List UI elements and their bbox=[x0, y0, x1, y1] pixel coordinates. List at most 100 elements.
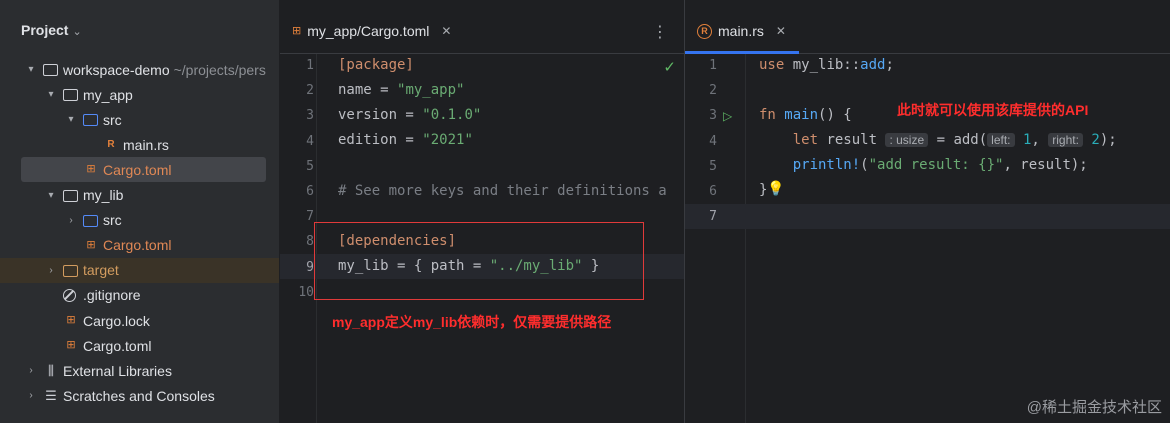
param-hint: left: bbox=[987, 133, 1015, 147]
tree-item-label: Scratches and Consoles bbox=[63, 387, 215, 404]
line-number: 5 bbox=[306, 158, 314, 174]
gutter-divider bbox=[745, 54, 746, 423]
tree-item[interactable]: Rmain.rs bbox=[0, 132, 279, 157]
code-token: name = bbox=[338, 82, 398, 98]
chevron-down-icon[interactable]: ▾ bbox=[44, 190, 58, 201]
code-token: result bbox=[818, 132, 878, 148]
tree-item-label: Cargo.toml bbox=[103, 237, 172, 254]
chevron-right-icon[interactable]: › bbox=[24, 365, 38, 376]
code-token: edition = bbox=[338, 132, 423, 148]
line-number: 1 bbox=[306, 58, 314, 73]
highlight-box bbox=[314, 222, 644, 300]
folder-icon bbox=[83, 214, 99, 227]
gitignore-shape bbox=[63, 288, 76, 302]
code-line-1[interactable]: [package] bbox=[338, 57, 414, 73]
close-icon[interactable]: ✕ bbox=[441, 24, 451, 38]
tree-item[interactable]: ⊞ Cargo.toml bbox=[0, 333, 279, 358]
tree-item-label: main.rs bbox=[123, 136, 169, 153]
folder-shape bbox=[83, 214, 98, 227]
annotation-text: 此时就可以使用该库提供的API bbox=[897, 102, 1089, 118]
code-token: = add( bbox=[928, 132, 988, 148]
run-icon[interactable]: ▷ bbox=[723, 109, 732, 123]
line-number: 4 bbox=[709, 133, 717, 149]
chevron-right-icon[interactable]: › bbox=[44, 265, 58, 276]
code-token: () { bbox=[818, 107, 852, 123]
tree-item[interactable]: ▾ my_app bbox=[0, 82, 279, 107]
more-options-icon[interactable]: ⋮ bbox=[652, 22, 668, 42]
project-title: Project bbox=[21, 22, 69, 38]
cargo-file-icon: ⊞ bbox=[86, 163, 96, 176]
tree-item-label: src bbox=[103, 111, 122, 128]
code-line-6[interactable]: # See more keys and their definitions a bbox=[338, 183, 667, 199]
rust-file-icon: R bbox=[107, 139, 115, 151]
rust-file-icon: R bbox=[697, 23, 712, 39]
lightbulb-icon[interactable]: 💡 bbox=[767, 180, 784, 197]
libraries-icon: ⫼ bbox=[48, 363, 54, 379]
code-line-4[interactable]: let result : usize = add(left: 1, right:… bbox=[759, 132, 1117, 148]
code-token: 2 bbox=[1091, 132, 1100, 148]
project-panel-header[interactable]: Project ⌄ bbox=[21, 22, 82, 38]
line-number: 5 bbox=[709, 158, 717, 174]
tree-item-label: Cargo.lock bbox=[83, 312, 150, 329]
tab-cargo-toml[interactable]: ⊞ my_app/Cargo.toml ✕ bbox=[292, 20, 451, 42]
tab-main-rs[interactable]: R main.rs ✕ bbox=[697, 20, 786, 42]
tree-item-label: target bbox=[83, 262, 119, 279]
code-token: ; bbox=[885, 57, 894, 73]
tree-item-label: my_app bbox=[83, 86, 133, 103]
tree-item[interactable]: › ☰ Scratches and Consoles bbox=[0, 383, 279, 408]
tree-item-label: External Libraries bbox=[63, 362, 172, 379]
line-number: 2 bbox=[306, 83, 314, 99]
chevron-right-icon[interactable]: › bbox=[24, 390, 38, 401]
line-number: 3 bbox=[306, 108, 314, 124]
tree-item[interactable]: › src bbox=[0, 208, 279, 233]
watermark: @稀土掘金技术社区 bbox=[1026, 399, 1162, 416]
tree-item[interactable]: ▾ src bbox=[0, 107, 279, 132]
cargo-file-icon: ⊞ bbox=[66, 339, 76, 352]
line-number: 1 bbox=[709, 58, 717, 73]
editor-cargo-toml: ⊞ my_app/Cargo.toml ✕ ⋮ ✓ 1 2 3 4 5 6 7 8 9 10 [p… bbox=[280, 0, 685, 423]
code-token: fn bbox=[759, 107, 776, 123]
type-hint: : usize bbox=[885, 133, 929, 147]
code-line-5[interactable]: println!("add result: {}", result); bbox=[759, 157, 1088, 173]
chevron-down-icon[interactable]: ▾ bbox=[44, 89, 58, 100]
code-line-2[interactable]: name = "my_app" bbox=[338, 82, 464, 98]
line-number: 4 bbox=[306, 133, 314, 149]
chevron-down-icon: ⌄ bbox=[72, 26, 82, 38]
tree-item-label: Cargo.toml bbox=[83, 337, 152, 354]
tree-item[interactable]: ▾ workspace-demo ~/projects/pers bbox=[0, 57, 279, 82]
tree-item[interactable]: ⊞ Cargo.toml bbox=[21, 157, 266, 183]
folder-icon bbox=[43, 63, 59, 76]
active-tab-indicator bbox=[685, 51, 799, 54]
tree-item[interactable]: .gitignore bbox=[0, 283, 279, 308]
cargo-file-icon: ⊞ bbox=[86, 238, 96, 251]
editor-tab-bar: R main.rs ✕ bbox=[685, 8, 1170, 54]
tree-item[interactable]: › target bbox=[0, 257, 279, 283]
code-line-4[interactable]: edition = "2021" bbox=[338, 132, 473, 148]
folder-icon bbox=[63, 189, 79, 202]
line-number: 7 bbox=[306, 209, 314, 225]
code-token: "2021" bbox=[422, 132, 473, 148]
code-token: use bbox=[759, 57, 785, 73]
tree-item-path: ~/projects/pers bbox=[173, 61, 266, 78]
cargo-file-icon: ⊞ bbox=[292, 24, 302, 37]
line-number: 8 bbox=[306, 234, 314, 250]
code-line-1[interactable]: use my_lib::add; bbox=[759, 57, 894, 73]
chevron-down-icon[interactable]: ▾ bbox=[24, 64, 38, 75]
tree-item[interactable]: › ⫼ External Libraries bbox=[0, 358, 279, 383]
code-token: my_lib:: bbox=[784, 57, 861, 73]
close-icon[interactable]: ✕ bbox=[776, 24, 786, 38]
tree-item[interactable]: ⊞ Cargo.lock bbox=[0, 308, 279, 333]
tree-item[interactable]: ▾ my_lib bbox=[0, 183, 279, 208]
tree-item[interactable]: ⊞ Cargo.toml bbox=[0, 233, 279, 258]
code-line-3[interactable]: version = "0.1.0" bbox=[338, 107, 481, 123]
chevron-right-icon[interactable]: › bbox=[64, 215, 78, 226]
code-token: println! bbox=[792, 157, 861, 173]
folder-shape bbox=[63, 189, 78, 202]
current-line-highlight bbox=[685, 204, 1170, 229]
code-token: add bbox=[860, 57, 886, 73]
chevron-down-icon[interactable]: ▾ bbox=[64, 114, 78, 125]
code-line-3[interactable]: fn main() { bbox=[759, 107, 852, 123]
line-number: 6 bbox=[709, 184, 717, 199]
tree-item-label: my_lib bbox=[83, 187, 124, 203]
code-token: [package] bbox=[338, 57, 414, 73]
